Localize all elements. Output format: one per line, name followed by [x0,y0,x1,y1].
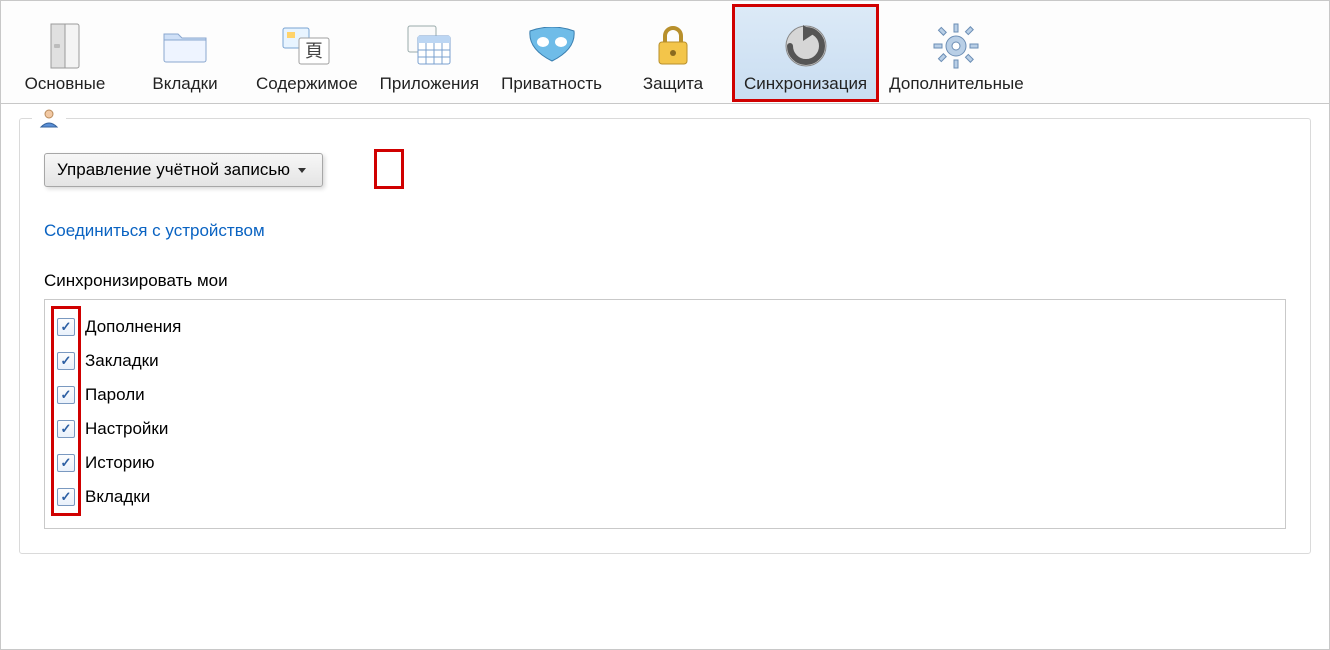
list-item: ✓ Закладки [57,344,1273,378]
checkbox-addons[interactable]: ✓ [57,318,75,336]
tab-privacy[interactable]: Приватность [490,5,613,101]
tab-label: Приложения [380,74,479,94]
item-label: Настройки [85,419,168,439]
item-label: Историю [85,453,154,473]
sync-my-label: Синхронизировать мои [44,271,1286,291]
checkbox-tabs[interactable]: ✓ [57,488,75,506]
tab-label: Вкладки [152,74,217,94]
tab-content[interactable]: 頁 Содержимое [245,5,369,101]
sync-panel: Управление учётной записью Соединиться с… [1,104,1329,554]
connect-device-link[interactable]: Соединиться с устройством [44,221,265,241]
tab-label: Защита [643,74,703,94]
user-icon [32,107,66,129]
tab-sync[interactable]: Синхронизация [733,5,878,101]
tab-label: Дополнительные [889,74,1024,94]
svg-text:頁: 頁 [305,41,323,61]
tab-tabs[interactable]: Вкладки [125,5,245,101]
tab-label: Содержимое [256,74,358,94]
item-label: Пароли [85,385,145,405]
tab-label: Приватность [501,74,602,94]
mask-icon [526,20,578,72]
list-item: ✓ Настройки [57,412,1273,446]
list-item: ✓ Вкладки [57,480,1273,514]
account-groupbox: Управление учётной записью Соединиться с… [19,118,1311,554]
checkbox-passwords[interactable]: ✓ [57,386,75,404]
manage-account-button[interactable]: Управление учётной записью [44,153,323,187]
tab-advanced[interactable]: Дополнительные [878,5,1035,101]
checkbox-settings[interactable]: ✓ [57,420,75,438]
tab-security[interactable]: Защита [613,5,733,101]
tab-general[interactable]: Основные [5,5,125,101]
checkbox-bookmarks[interactable]: ✓ [57,352,75,370]
item-label: Дополнения [85,317,181,337]
tab-label: Основные [25,74,106,94]
lock-icon [647,20,699,72]
list-item: ✓ Дополнения [57,310,1273,344]
category-toolbar: Основные Вкладки 頁 Содержимое [1,1,1329,104]
list-item: ✓ Историю [57,446,1273,480]
tab-applications[interactable]: Приложения [369,5,490,101]
sync-items-list: ✓ Дополнения ✓ Закладки ✓ Пароли ✓ Настр… [44,299,1286,529]
general-icon [39,20,91,72]
options-window: Основные Вкладки 頁 Содержимое [0,0,1330,650]
folder-tabs-icon [159,20,211,72]
item-label: Вкладки [85,487,150,507]
applications-icon [403,20,455,72]
sync-icon [780,20,832,72]
manage-account-label: Управление учётной записью [57,160,290,180]
checkbox-history[interactable]: ✓ [57,454,75,472]
gear-icon [930,20,982,72]
chevron-down-icon [298,168,306,173]
item-label: Закладки [85,351,159,371]
tab-label: Синхронизация [744,74,867,94]
content-icon: 頁 [281,20,333,72]
list-item: ✓ Пароли [57,378,1273,412]
highlight-marker [374,149,404,189]
